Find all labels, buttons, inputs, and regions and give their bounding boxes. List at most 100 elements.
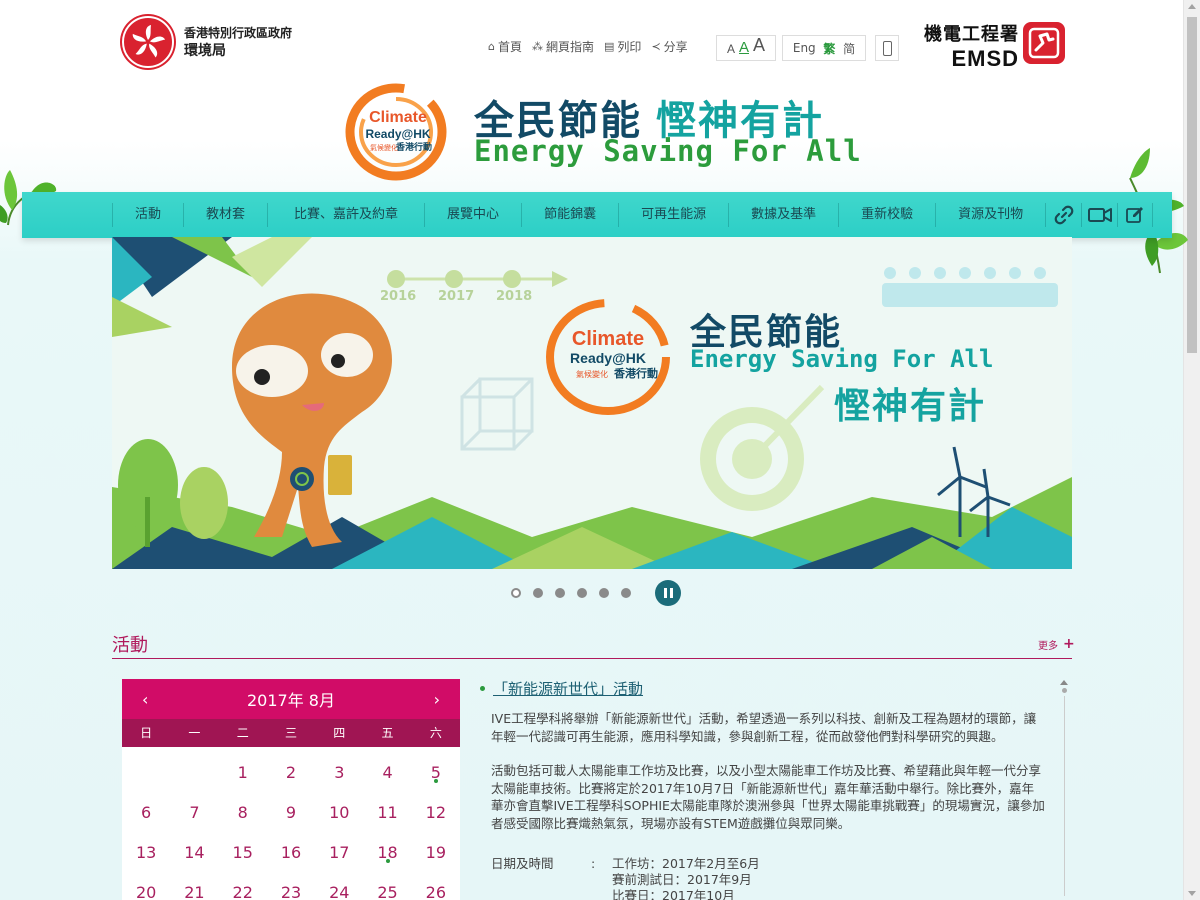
calendar-empty-cell (170, 747, 218, 787)
slide-dot-1[interactable] (511, 588, 521, 598)
hero-title-en: Energy Saving For All (690, 345, 994, 373)
hero-banner[interactable]: Climate Ready@HK 氣候變化 香港行動 2016 2017 201… (112, 237, 1072, 569)
print-link[interactable]: ▤ 列印 (604, 38, 641, 55)
more-link[interactable]: 更多 + (1038, 636, 1075, 652)
calendar-day[interactable]: 13 (122, 827, 170, 867)
slide-dot-5[interactable] (599, 588, 609, 598)
article-body: IVE工程學科將舉辦「新能源新世代」活動，希望透過一系列以科技、創新及工程為題材… (491, 710, 1046, 849)
section-divider (112, 658, 1072, 659)
calendar-day-number: 10 (329, 803, 350, 822)
calendar-day[interactable]: 24 (315, 867, 363, 900)
article-scroll-track (1063, 696, 1065, 896)
climate-ready-logo[interactable]: Climate Ready@HK 氣候變化 香港行動 (342, 80, 450, 182)
nav-video-button[interactable] (1081, 203, 1117, 227)
nav-item-competitions[interactable]: 比賽、嘉許及約章 (267, 203, 424, 227)
article-scroll-up-icon[interactable] (1060, 680, 1068, 685)
slider-pagination (511, 580, 681, 606)
page-scrollbar[interactable] (1183, 0, 1200, 900)
slide-dot-6[interactable] (621, 588, 631, 598)
calendar-day[interactable]: 7 (170, 787, 218, 827)
calendar-day[interactable]: 25 (363, 867, 411, 900)
font-large-button[interactable]: A (753, 35, 765, 56)
calendar-day[interactable]: 14 (170, 827, 218, 867)
home-link[interactable]: ⌂ 首頁 (488, 38, 522, 55)
share-link[interactable]: ≺ 分享 (651, 38, 687, 55)
calendar-day[interactable]: 19 (412, 827, 460, 867)
calendar-day[interactable]: 21 (170, 867, 218, 900)
calendar-day-number: 11 (377, 803, 398, 822)
calendar-day[interactable]: 15 (219, 827, 267, 867)
article-scrollbar[interactable] (1057, 680, 1071, 900)
calendar-day-number: 14 (184, 843, 205, 862)
calendar-day[interactable]: 9 (267, 787, 315, 827)
font-small-button[interactable]: A (727, 42, 735, 56)
calendar-day[interactable]: 2 (267, 747, 315, 787)
timeline-years: 2016 2017 2018 (380, 289, 533, 304)
lang-tc-button[interactable]: 繁 (823, 40, 835, 57)
nav-item-energy-tips[interactable]: 節能錦囊 (521, 203, 618, 227)
nav-item-resources[interactable]: 資源及刊物 (935, 203, 1045, 227)
calendar-day[interactable]: 11 (363, 787, 411, 827)
nav-links-button[interactable] (1045, 203, 1081, 227)
calendar-day[interactable]: 17 (315, 827, 363, 867)
plus-icon: + (1063, 636, 1075, 652)
calendar-grid: 1 2 3 4 5 6 7 8 9 10 11 12 13 14 15 16 17 18 19 20 21 22 23 24 2… (122, 747, 460, 900)
logo-climate-text: Climate (369, 109, 427, 126)
article-title-link[interactable]: 「新能源新世代」活動 (493, 678, 643, 699)
calendar-day-number: 17 (329, 843, 350, 862)
calendar-day-number: 26 (425, 883, 447, 900)
nav-item-activities[interactable]: 活動 (112, 203, 183, 227)
logo-cn-small-text: 氣候變化 (370, 143, 398, 152)
slide-dot-3[interactable] (555, 588, 565, 598)
scroll-up-arrow[interactable] (1188, 4, 1196, 9)
scroll-down-arrow[interactable] (1188, 891, 1196, 896)
calendar-day[interactable]: 6 (122, 787, 170, 827)
video-icon (1087, 208, 1112, 222)
calendar-day-number: 4 (382, 763, 393, 782)
calendar-day[interactable]: 3 (315, 747, 363, 787)
sitemap-link[interactable]: ⁂ 網頁指南 (532, 38, 594, 55)
article-scroll-knob[interactable] (1061, 688, 1067, 693)
calendar-day[interactable]: 22 (219, 867, 267, 900)
logo-ready-text: Ready@HK (365, 127, 430, 141)
schedule-value: 比賽日：2017年10月 (612, 888, 735, 900)
lang-sc-button[interactable]: 简 (843, 40, 855, 57)
next-month-button[interactable]: › (434, 690, 440, 709)
calendar-day[interactable]: 20 (122, 867, 170, 900)
slide-dot-2[interactable] (533, 588, 543, 598)
font-medium-button[interactable]: A (739, 39, 749, 56)
calendar-day[interactable]: 26 (412, 867, 460, 900)
calendar-day[interactable]: 10 (315, 787, 363, 827)
lang-eng-button[interactable]: Eng (793, 41, 816, 55)
calendar-day[interactable]: 12 (412, 787, 460, 827)
gov-logo[interactable]: 香港特別行政區政府 環境局 (122, 16, 292, 68)
emsd-logo[interactable]: 機電工程署 EMSD (924, 20, 1065, 72)
calendar-day[interactable]: 18 (363, 827, 411, 867)
calendar-day-number: 23 (280, 883, 302, 900)
calendar-day[interactable]: 8 (219, 787, 267, 827)
slider-pause-button[interactable] (655, 580, 681, 606)
calendar-day[interactable]: 5 (412, 747, 460, 787)
nav-item-retro-commissioning[interactable]: 重新校驗 (838, 203, 935, 227)
slide-dot-4[interactable] (577, 588, 587, 598)
calendar-day[interactable]: 1 (219, 747, 267, 787)
calendar-day[interactable]: 23 (267, 867, 315, 900)
mobile-version-button[interactable] (875, 35, 899, 61)
home-icon: ⌂ (488, 40, 495, 53)
nav-item-renewable-energy[interactable]: 可再生能源 (618, 203, 728, 227)
article-paragraph-1: IVE工程學科將舉辦「新能源新世代」活動，希望透過一系列以科技、創新及工程為題材… (491, 711, 1037, 744)
nav-edit-button[interactable] (1117, 203, 1154, 227)
prev-month-button[interactable]: ‹ (142, 690, 148, 709)
nav-item-exhibition[interactable]: 展覽中心 (424, 203, 521, 227)
calendar-day[interactable]: 16 (267, 827, 315, 867)
mobile-icon (882, 40, 892, 56)
bureau-name: 環境局 (184, 43, 226, 59)
event-indicator-icon (433, 779, 438, 783)
main-nav: 活動 教材套 比賽、嘉許及約章 展覽中心 節能錦囊 可再生能源 數據及基準 重新… (22, 192, 1172, 238)
calendar-day-number: 20 (135, 883, 157, 900)
nav-item-data-benchmark[interactable]: 數據及基準 (728, 203, 838, 227)
nav-item-teaching-kits[interactable]: 教材套 (183, 203, 267, 227)
article-paragraph-2: 活動包括可載人太陽能車工作坊及比賽，以及小型太陽能車工作坊及比賽、希望藉此與年輕… (491, 763, 1045, 831)
calendar-day[interactable]: 4 (363, 747, 411, 787)
bullet-icon (480, 686, 485, 691)
